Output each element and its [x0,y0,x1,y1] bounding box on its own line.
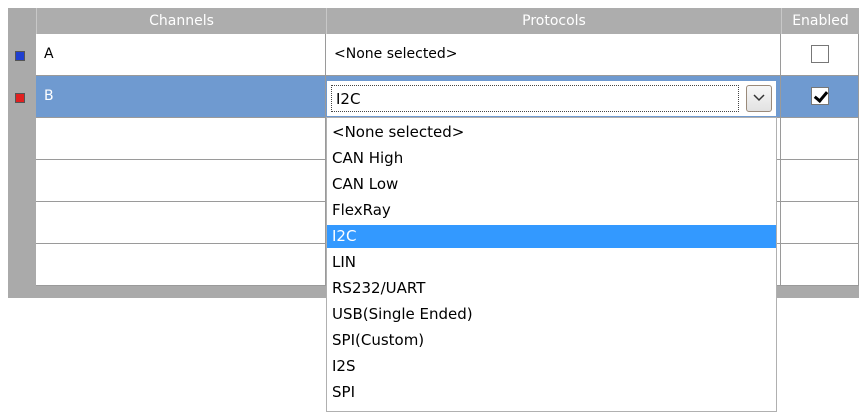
table-row-channel-a[interactable]: A <None selected> [36,34,859,76]
channel-name: B [44,88,54,104]
enabled-checkbox-a[interactable] [811,45,829,63]
enabled-cell [781,202,859,244]
enabled-checkbox-b[interactable] [811,87,829,105]
channel-cell: B [36,76,326,118]
enabled-cell [781,244,859,286]
column-header-enabled[interactable]: Enabled [781,8,859,34]
dropdown-option-highlighted[interactable]: I2C [327,225,776,248]
column-header-protocols[interactable]: Protocols [326,8,781,34]
protocol-combobox-value: I2C [336,90,361,108]
dropdown-option[interactable]: RS232/UART [327,277,776,300]
dropdown-option[interactable]: LIN [327,251,776,274]
chevron-down-icon [753,94,765,102]
enabled-cell [781,76,859,118]
dropdown-toggle-button[interactable] [746,85,772,112]
channel-cell: A [36,34,326,76]
channel-cell [36,202,326,244]
dropdown-option[interactable]: I2S [327,355,776,378]
protocol-dropdown-list[interactable]: <None selected> CAN High CAN Low FlexRay… [326,117,777,412]
channel-a-color-marker [15,51,25,61]
channel-cell [36,160,326,202]
dropdown-option[interactable]: SPI(Custom) [327,329,776,352]
dropdown-option[interactable]: <None selected> [327,121,776,144]
column-header-channels[interactable]: Channels [36,8,326,34]
dropdown-option[interactable]: CAN High [327,147,776,170]
enabled-cell [781,34,859,76]
protocol-value: <None selected> [334,46,458,62]
channel-cell [36,244,326,286]
enabled-cell [781,160,859,202]
channel-cell [36,118,326,160]
protocol-cell[interactable]: <None selected> [326,34,781,76]
enabled-cell [781,118,859,160]
channel-b-color-marker [15,93,25,103]
protocol-combobox-field[interactable]: I2C [331,85,739,112]
dropdown-option[interactable]: SPI [327,381,776,404]
protocol-combobox[interactable]: I2C [326,80,777,117]
dropdown-option[interactable]: USB(Single Ended) [327,303,776,326]
channel-name: A [44,46,54,62]
dropdown-option[interactable]: CAN Low [327,173,776,196]
dropdown-option[interactable]: FlexRay [327,199,776,222]
